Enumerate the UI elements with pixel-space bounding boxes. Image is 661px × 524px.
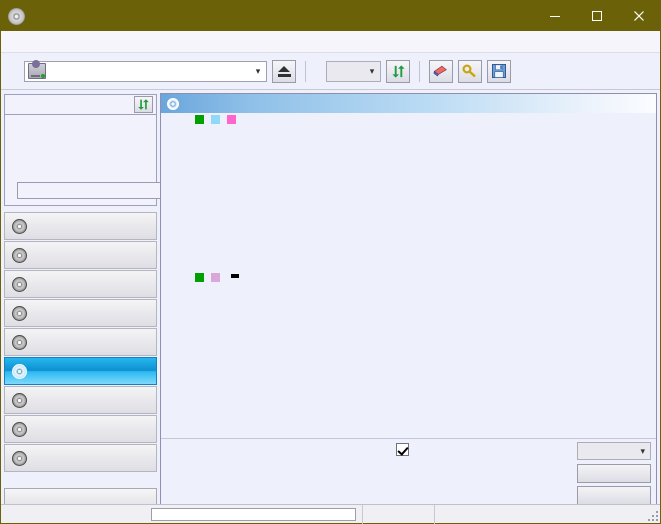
sidebar-item-transfer-rate[interactable] xyxy=(4,212,157,240)
app-disc-icon xyxy=(8,7,25,25)
legend-marker-icon xyxy=(231,274,239,278)
disc-test-icon xyxy=(12,218,27,234)
status-bar xyxy=(1,504,660,524)
menu-item-file[interactable] xyxy=(10,40,28,44)
sidebar-nav xyxy=(4,212,157,473)
menu-item-help[interactable] xyxy=(64,40,82,44)
disc-quality-icon xyxy=(12,363,27,379)
drive-select[interactable]: ▾ xyxy=(24,60,267,82)
elapsed-time xyxy=(434,504,660,524)
sidebar-item-create-test-disc[interactable] xyxy=(4,241,157,269)
sidebar-item-cd-bler[interactable] xyxy=(4,386,157,414)
legend-swatch-ldc xyxy=(195,115,204,124)
eject-icon xyxy=(277,65,291,77)
eraser-icon xyxy=(433,65,447,77)
fe-te-icon xyxy=(12,421,27,437)
eject-button[interactable] xyxy=(272,59,296,83)
disc-row-contents xyxy=(11,162,151,177)
drive-icon xyxy=(28,60,46,79)
refresh-button[interactable] xyxy=(386,59,410,83)
refresh-icon xyxy=(138,99,149,110)
extra-tests-icon xyxy=(12,450,27,466)
drive-info-icon xyxy=(12,305,27,321)
legend-ldc xyxy=(195,115,207,124)
bis-jitter-chart-legend xyxy=(195,273,239,282)
toolbar-divider-1 xyxy=(305,60,306,82)
panel-header xyxy=(161,94,656,113)
save-button[interactable] xyxy=(487,59,511,83)
resize-grip-icon[interactable] xyxy=(647,510,658,521)
app-window: ▾ ▾ ▾ xyxy=(0,0,661,524)
close-icon[interactable] xyxy=(618,1,660,31)
legend-jitter xyxy=(211,273,223,282)
sidebar-item-disc-info[interactable] xyxy=(4,328,157,356)
progress-bar xyxy=(151,507,356,521)
disc-info-icon xyxy=(12,334,27,350)
legend-write-speed xyxy=(227,115,239,124)
disc-row-length xyxy=(11,147,151,162)
sidebar-item-extra-tests[interactable] xyxy=(4,444,157,472)
disc-info-rows xyxy=(5,115,222,205)
sidebar-item-verify-test-disc[interactable] xyxy=(4,270,157,298)
sidebar-item-drive-info[interactable] xyxy=(4,299,157,327)
ldc-read-speed-chart xyxy=(161,127,657,267)
left-sidebar xyxy=(1,90,222,511)
legend-read-speed xyxy=(211,115,223,124)
disc-row-mid xyxy=(11,132,151,147)
menu-item-start-test[interactable] xyxy=(28,40,46,44)
charts-container xyxy=(161,113,656,438)
menu-item-extra[interactable] xyxy=(46,40,64,44)
key-icon xyxy=(462,63,476,77)
chevron-down-icon: ▾ xyxy=(255,65,261,76)
disc-quality-panel: ▾ xyxy=(160,93,657,511)
refresh-icon xyxy=(391,64,405,78)
maximize-icon[interactable] xyxy=(576,1,618,31)
minimize-icon[interactable] xyxy=(534,1,576,31)
disc-refresh-button[interactable] xyxy=(134,96,153,113)
toolbar: ▾ ▾ xyxy=(1,53,660,90)
toolbar-divider-2 xyxy=(419,60,420,82)
menu-bar xyxy=(1,31,660,53)
content-area: ▾ xyxy=(160,90,660,511)
disc-burn-icon xyxy=(12,247,27,263)
progress-percent xyxy=(362,504,434,524)
stats-panel: ▾ xyxy=(161,438,656,510)
legend-swatch-write-speed xyxy=(227,115,236,124)
disc-row-label xyxy=(11,179,222,201)
disc-row-type xyxy=(11,117,151,132)
start-part-button[interactable] xyxy=(577,486,651,505)
disc-verify-icon xyxy=(12,276,27,292)
cd-bler-icon xyxy=(12,392,27,408)
floppy-save-icon xyxy=(492,64,506,78)
bitsetting-button[interactable] xyxy=(458,59,482,83)
legend-swatch-jitter xyxy=(211,273,220,282)
disc-info-panel xyxy=(4,94,222,206)
erase-button[interactable] xyxy=(429,59,453,83)
sidebar-item-disc-quality[interactable] xyxy=(4,357,157,385)
jitter-checkbox[interactable] xyxy=(396,443,409,456)
disc-panel-header xyxy=(5,95,156,115)
legend-swatch-read-speed xyxy=(211,115,220,124)
window-controls xyxy=(534,1,660,31)
chevron-down-icon: ▾ xyxy=(640,445,645,456)
bis-jitter-chart xyxy=(161,285,657,425)
disc-quality-icon xyxy=(167,97,179,110)
speed-select[interactable]: ▾ xyxy=(326,60,381,82)
main-body: ▾ xyxy=(1,90,660,511)
chevron-down-icon: ▾ xyxy=(369,65,375,76)
test-speed-select[interactable]: ▾ xyxy=(577,442,651,460)
legend-swatch-bis xyxy=(195,273,204,282)
legend-bis xyxy=(195,273,207,282)
ldc-chart-legend xyxy=(195,115,239,124)
sidebar-item-fe-te[interactable] xyxy=(4,415,157,443)
start-full-button[interactable] xyxy=(577,464,651,483)
status-message xyxy=(1,505,149,524)
title-bar xyxy=(1,1,660,31)
